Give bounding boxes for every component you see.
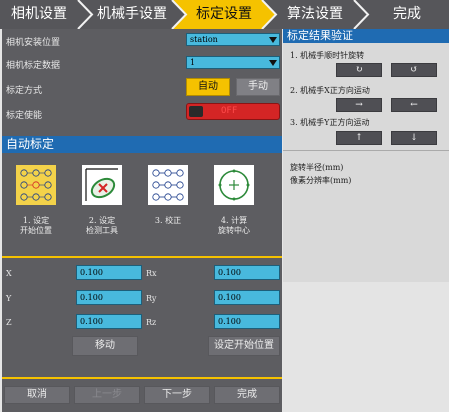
cancel-button[interactable]: 取消 [4,386,70,404]
x-label: X [6,269,12,278]
correction-grid-icon [152,169,184,201]
step-label-line1: 3. 校正 [154,216,182,225]
wizard-step-algorithm[interactable]: 算法设置 [276,0,354,29]
calib-enable-toggle[interactable]: OFF [186,103,280,120]
arrow-up-icon: ↑ [355,133,363,143]
y-negative-button[interactable]: ↓ [391,131,437,145]
verify-item-x: 2. 机械手X正方向运动 [290,86,370,95]
ry-input[interactable]: 0.100 [214,290,280,305]
grid-points-icon [20,169,52,201]
set-start-position-button[interactable]: 设定开始位置 [208,336,280,356]
wizard-bar: 相机设置 机械手设置 标定设置 算法设置 完成 [0,0,449,29]
rz-input[interactable]: 0.100 [214,314,280,329]
step-label-line1: 1. 设定 [22,216,50,225]
rotation-center-icon [218,169,250,201]
step-detection-tool-card[interactable] [82,165,122,205]
auto-calib-title: 自动标定 [2,136,282,153]
verify-item-rotate: 1. 机械手顺时针旋转 [290,51,365,60]
chevron-down-icon [269,60,277,66]
move-button[interactable]: 移动 [72,336,138,356]
y-label: Y [6,294,12,303]
step-rotation-center-label: 4. 计算 旋转中心 [208,216,260,236]
wizard-step-camera[interactable]: 相机设置 [2,0,76,29]
detection-tool-icon [85,168,118,201]
arrow-down-icon: ↓ [410,133,418,143]
rotate-cw-icon: ↻ [355,65,363,75]
calib-enable-label: 标定使能 [6,111,43,121]
wizard-step-robot[interactable]: 机械手设置 [92,0,172,29]
step-correction-card[interactable] [148,165,188,205]
step-rotation-center-card[interactable] [214,165,254,205]
rx-input[interactable]: 0.100 [214,265,280,280]
step-label-line2: 开始位置 [20,226,52,235]
step-label-line2: 检测工具 [86,226,118,235]
arrow-left-icon: ← [410,100,418,110]
rx-label: Rx [146,269,157,278]
rz-label: Rz [146,318,157,327]
rotate-ccw-button[interactable]: ↺ [391,63,437,77]
z-label: Z [6,318,12,327]
ry-label: Ry [146,294,157,303]
step-label-line1: 2. 设定 [88,216,116,225]
rotate-cw-button[interactable]: ↻ [336,63,382,77]
prev-button[interactable]: 上一步 [74,386,140,404]
verify-empty-area [283,282,449,412]
wizard-step-finish[interactable]: 完成 [368,0,446,29]
bottom-divider [2,377,282,379]
section-divider [2,256,282,258]
y-positive-button[interactable]: ↑ [336,131,382,145]
x-negative-button[interactable]: ← [391,98,437,112]
step-correction-label: 3. 校正 [142,216,194,226]
step-detection-tool-label: 2. 设定 检测工具 [76,216,128,236]
pixel-resolution-label: 像素分辨率(mm) [290,176,352,185]
toggle-state-text: OFF [221,106,238,116]
calib-data-select[interactable]: 1 [186,56,280,69]
chevron-down-icon [269,37,277,43]
calib-data-label: 相机标定数据 [6,61,61,71]
step-start-position-label: 1. 设定 开始位置 [10,216,62,236]
verify-title: 标定结果验证 [283,29,449,43]
wizard-step-calibration[interactable]: 标定设置 [186,0,262,29]
y-input[interactable]: 0.100 [76,290,142,305]
calib-data-value: 1 [190,58,196,67]
step-label-line1: 4. 计算 [220,216,248,225]
camera-position-value: station [190,35,218,44]
step-label-line2: 旋转中心 [218,226,250,235]
next-button[interactable]: 下一步 [144,386,210,404]
verify-item-y: 3. 机械手Y正方向运动 [290,118,370,127]
mode-auto-button[interactable]: 自动 [186,78,230,96]
x-input[interactable]: 0.100 [76,265,142,280]
z-input[interactable]: 0.100 [76,314,142,329]
step-start-position-card[interactable] [16,165,56,205]
toggle-knob [189,106,203,117]
camera-position-select[interactable]: station [186,33,280,46]
rotate-ccw-icon: ↺ [410,65,418,75]
mode-manual-button[interactable]: 手动 [236,78,280,96]
finish-button[interactable]: 完成 [214,386,280,404]
camera-position-label: 相机安装位置 [6,38,61,48]
rotation-radius-label: 旋转半径(mm) [290,163,344,172]
verify-divider [283,150,449,151]
arrow-right-icon: → [355,100,363,110]
calib-mode-label: 标定方式 [6,86,43,96]
x-positive-button[interactable]: → [336,98,382,112]
